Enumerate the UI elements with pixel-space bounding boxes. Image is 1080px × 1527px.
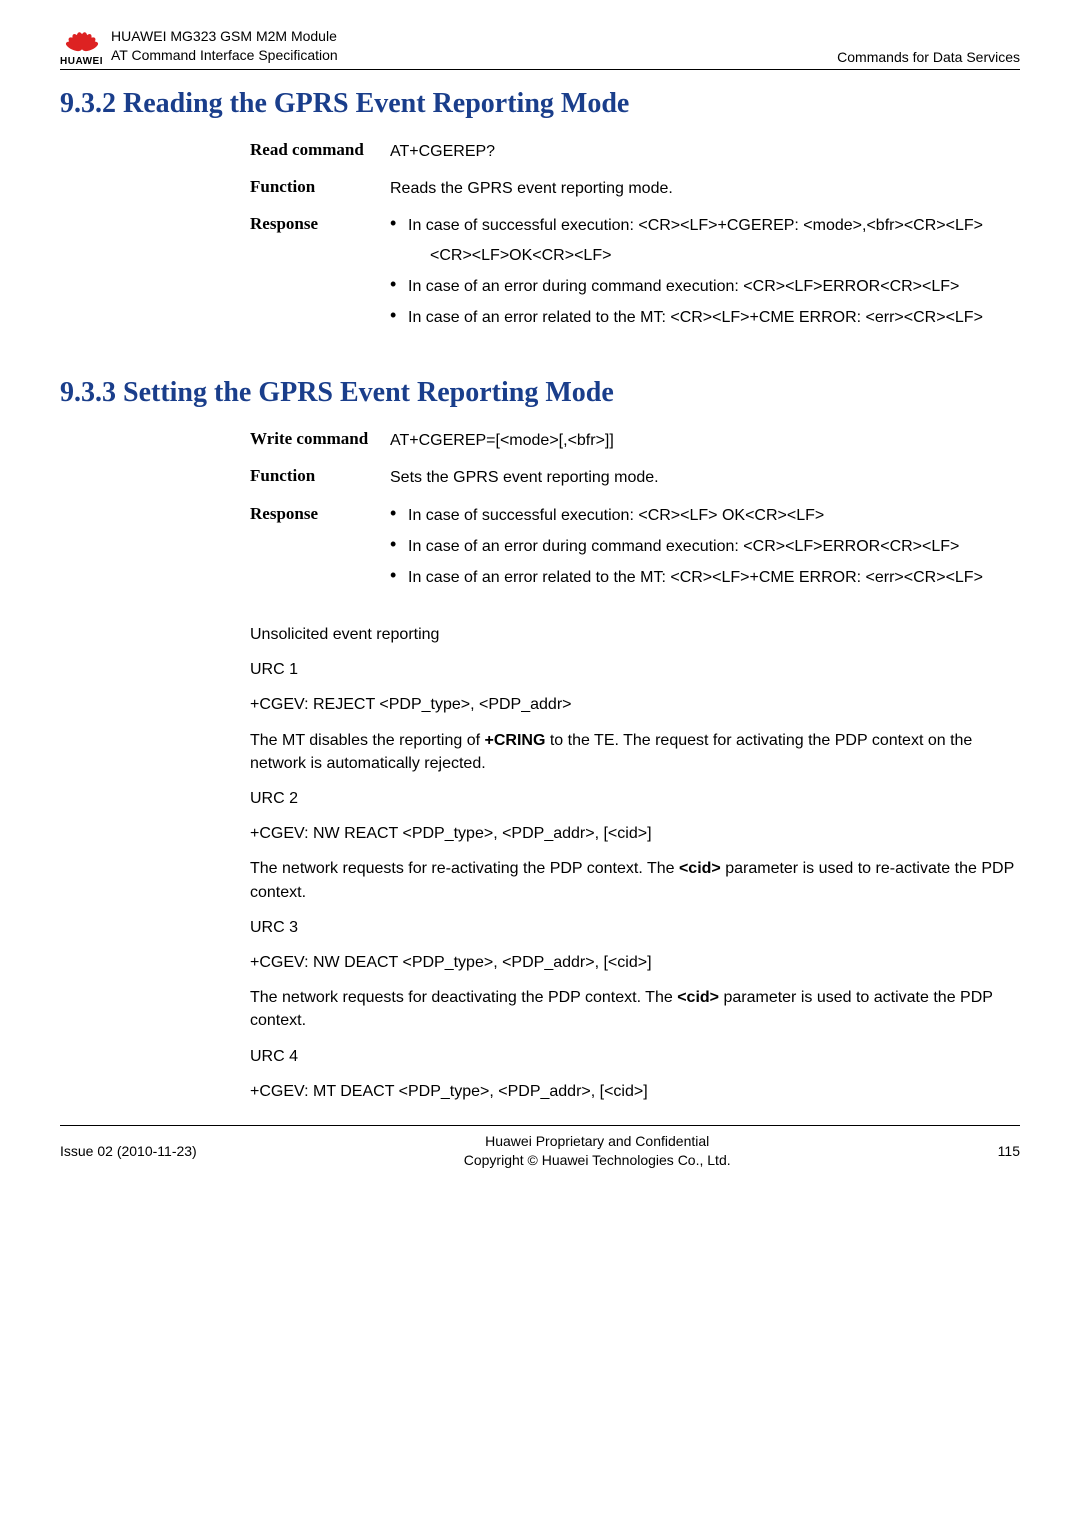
function-value-2: Sets the GPRS event reporting mode. — [390, 466, 1020, 489]
read-command-row: Read command AT+CGEREP? — [250, 140, 1020, 163]
urc1-cmd: +CGEV: REJECT <PDP_type>, <PDP_addr> — [250, 693, 1020, 716]
urc2-cmd: +CGEV: NW REACT <PDP_type>, <PDP_addr>, … — [250, 822, 1020, 845]
function-row: Function Reads the GPRS event reporting … — [250, 177, 1020, 200]
response-item-3: In case of an error related to the MT: <… — [390, 306, 1020, 329]
page-header: HUAWEI HUAWEI MG323 GSM M2M Module AT Co… — [60, 24, 1020, 67]
section-933-table: Write command AT+CGEREP=[<mode>[,<bfr>]]… — [250, 429, 1020, 597]
header-product-line1: HUAWEI MG323 GSM M2M Module — [111, 27, 338, 46]
function-row-2: Function Sets the GPRS event reporting m… — [250, 466, 1020, 489]
response-item-1: In case of successful execution: <CR><LF… — [390, 214, 1020, 266]
function-label-2: Function — [250, 466, 390, 489]
urc3-label: URC 3 — [250, 916, 1020, 939]
urc2-desc-a: The network requests for re-activating t… — [250, 860, 679, 877]
section-932-title: 9.3.2 Reading the GPRS Event Reporting M… — [60, 88, 1020, 120]
urc1-desc-a: The MT disables the reporting of — [250, 732, 485, 749]
body-block: Unsolicited event reporting URC 1 +CGEV:… — [250, 623, 1020, 1103]
response-value: In case of successful execution: <CR><LF… — [390, 214, 1020, 337]
urc3-cmd: +CGEV: NW DEACT <PDP_type>, <PDP_addr>, … — [250, 951, 1020, 974]
response-label: Response — [250, 214, 390, 337]
footer-right: 115 — [998, 1143, 1020, 1159]
section-933-title: 9.3.3 Setting the GPRS Event Reporting M… — [60, 377, 1020, 409]
read-command-value: AT+CGEREP? — [390, 140, 1020, 163]
response-item-1-sub: <CR><LF>OK<CR><LF> — [430, 244, 1020, 267]
function-value: Reads the GPRS event reporting mode. — [390, 177, 1020, 200]
page: HUAWEI HUAWEI MG323 GSM M2M Module AT Co… — [0, 0, 1080, 1527]
section-932-table: Read command AT+CGEREP? Function Reads t… — [250, 140, 1020, 337]
page-footer: Issue 02 (2010-11-23) Huawei Proprietary… — [60, 1126, 1020, 1170]
urc3-desc-bold: <cid> — [677, 989, 719, 1006]
response-row-2: Response In case of successful execution… — [250, 504, 1020, 598]
urc3-desc-a: The network requests for deactivating th… — [250, 989, 677, 1006]
huawei-logo-icon — [61, 24, 103, 58]
response2-item-2: In case of an error during command execu… — [390, 535, 1020, 558]
urc2-desc-bold: <cid> — [679, 860, 721, 877]
response-item-2: In case of an error during command execu… — [390, 275, 1020, 298]
urc4-cmd: +CGEV: MT DEACT <PDP_type>, <PDP_addr>, … — [250, 1080, 1020, 1103]
footer-center-2: Copyright © Huawei Technologies Co., Ltd… — [464, 1151, 731, 1170]
huawei-logo: HUAWEI — [60, 24, 103, 67]
response2-item-1: In case of successful execution: <CR><LF… — [390, 504, 1020, 527]
read-command-label: Read command — [250, 140, 390, 163]
footer-center: Huawei Proprietary and Confidential Copy… — [464, 1132, 731, 1170]
header-right: Commands for Data Services — [837, 49, 1020, 65]
header-product-line2: AT Command Interface Specification — [111, 46, 338, 65]
response2-item-3: In case of an error related to the MT: <… — [390, 566, 1020, 589]
footer-center-1: Huawei Proprietary and Confidential — [464, 1132, 731, 1151]
urc3-desc: The network requests for deactivating th… — [250, 986, 1020, 1032]
urc1-desc: The MT disables the reporting of +CRING … — [250, 729, 1020, 775]
urc4-label: URC 4 — [250, 1045, 1020, 1068]
footer-left: Issue 02 (2010-11-23) — [60, 1143, 197, 1159]
header-left: HUAWEI MG323 GSM M2M Module AT Command I… — [111, 27, 338, 65]
response-row: Response In case of successful execution… — [250, 214, 1020, 337]
response-item-1-text: In case of successful execution: <CR><LF… — [408, 217, 983, 234]
write-command-label: Write command — [250, 429, 390, 452]
header-underline — [60, 69, 1020, 70]
header-titles: HUAWEI MG323 GSM M2M Module AT Command I… — [111, 27, 1020, 67]
urc1-label: URC 1 — [250, 658, 1020, 681]
urc2-desc: The network requests for re-activating t… — [250, 857, 1020, 903]
response-label-2: Response — [250, 504, 390, 598]
urc2-label: URC 2 — [250, 787, 1020, 810]
function-label: Function — [250, 177, 390, 200]
unsolicited-heading: Unsolicited event reporting — [250, 623, 1020, 646]
write-command-value: AT+CGEREP=[<mode>[,<bfr>]] — [390, 429, 1020, 452]
urc1-desc-bold: +CRING — [485, 732, 546, 749]
write-command-row: Write command AT+CGEREP=[<mode>[,<bfr>]] — [250, 429, 1020, 452]
response-value-2: In case of successful execution: <CR><LF… — [390, 504, 1020, 598]
